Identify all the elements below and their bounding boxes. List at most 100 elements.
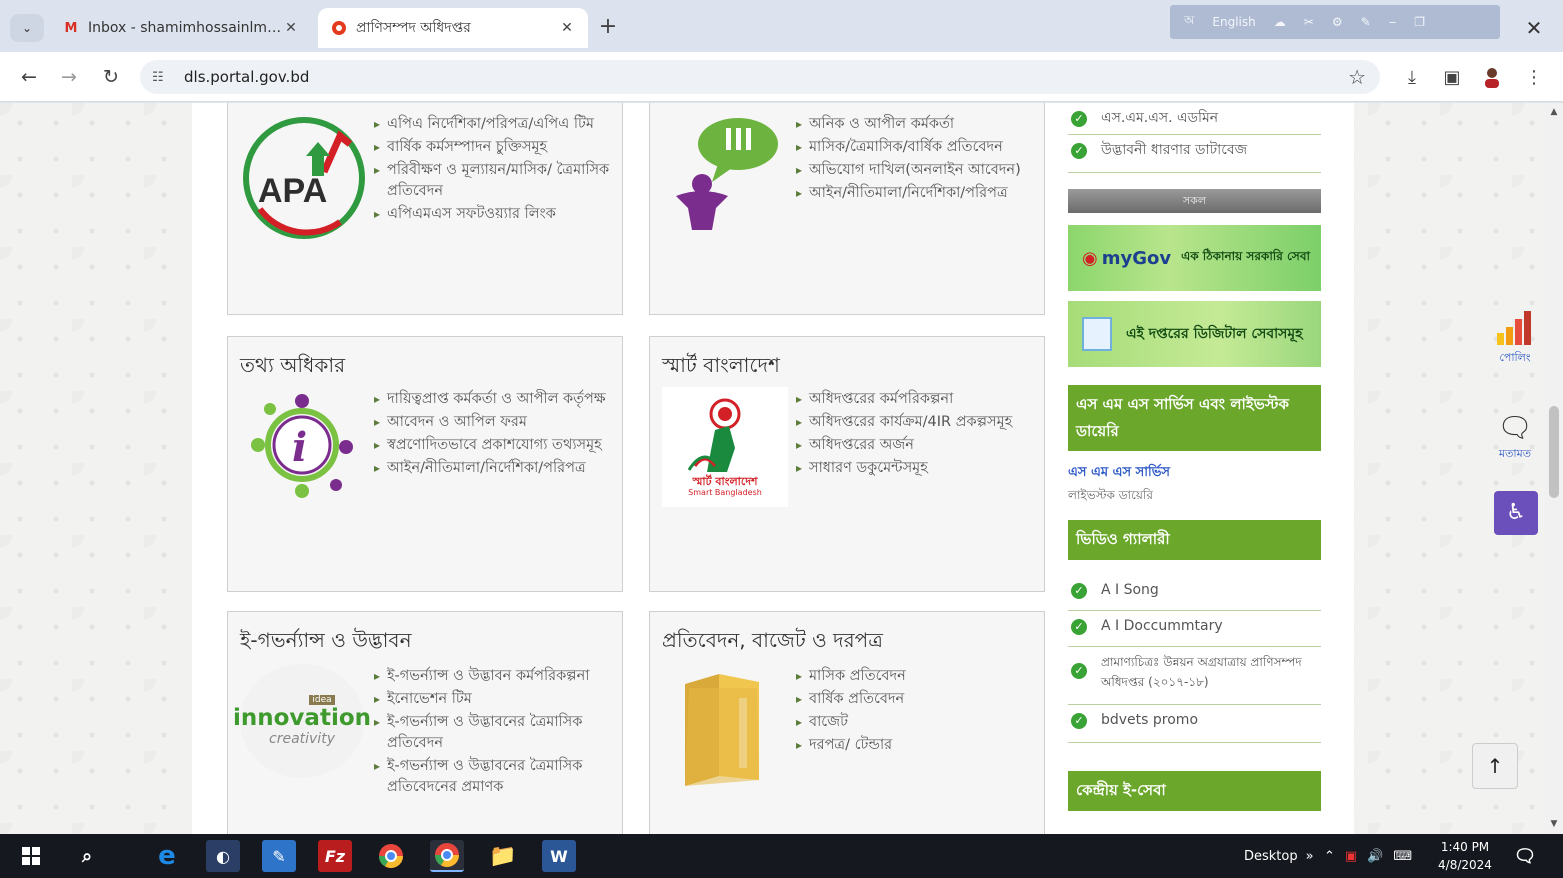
video-item[interactable]: ✓ A I Doccummtary bbox=[1068, 613, 1321, 647]
close-icon[interactable]: ✕ bbox=[558, 20, 576, 36]
pen-icon[interactable]: ✎ bbox=[1361, 15, 1371, 29]
profile-avatar[interactable] bbox=[1480, 66, 1504, 90]
download-icon[interactable]: ⤓ bbox=[1400, 66, 1424, 90]
card-link[interactable]: ই-গভর্ন্যান্স ও উদ্ভাবন কর্মপরিকল্পনা bbox=[374, 666, 616, 687]
card-link[interactable]: পরিবীক্ষণ ও মূল্যায়ন/মাসিক/ ত্রৈমাসিক প… bbox=[374, 160, 614, 202]
card-link[interactable]: সাধারণ ডকুমেন্টসমূহ bbox=[796, 458, 1036, 479]
video-item[interactable]: ✓ A I Song bbox=[1068, 577, 1321, 611]
menu-kebab-icon[interactable]: ⋮ bbox=[1522, 66, 1546, 90]
search-icon[interactable]: ⌕ bbox=[70, 840, 104, 872]
video-item-label[interactable]: bdvets promo bbox=[1101, 707, 1198, 730]
word-icon[interactable]: W bbox=[542, 840, 576, 872]
window-close-button[interactable]: ✕ bbox=[1520, 14, 1548, 42]
card-title[interactable]: প্রতিবেদন, বাজেট ও দরপত্র bbox=[662, 626, 883, 659]
chrome-icon[interactable] bbox=[374, 840, 408, 872]
close-icon[interactable]: ✕ bbox=[282, 20, 300, 36]
scrollbar-thumb[interactable] bbox=[1549, 406, 1559, 498]
tab-search-button[interactable]: ⌄ bbox=[10, 14, 44, 42]
forward-icon[interactable]: → bbox=[56, 64, 82, 90]
cloud-icon[interactable]: ☁ bbox=[1274, 15, 1286, 29]
reload-icon[interactable]: ↻ bbox=[98, 64, 124, 90]
card-link[interactable]: বার্ষিক কর্মসম্পাদন চুক্তিসমূহ bbox=[374, 137, 614, 158]
antivirus-icon[interactable]: ▣ bbox=[1345, 849, 1357, 864]
poll-widget[interactable]: পোলিং bbox=[1490, 309, 1540, 368]
volume-icon[interactable]: 🔊 bbox=[1367, 849, 1383, 864]
page-scrollbar[interactable]: ▲ ▼ bbox=[1545, 103, 1563, 834]
card-title[interactable]: তথ্য অধিকার bbox=[240, 351, 345, 384]
scroll-down-icon[interactable]: ▼ bbox=[1545, 819, 1563, 829]
desktop-label[interactable]: Desktop bbox=[1244, 849, 1298, 864]
feedback-label[interactable]: মতামত bbox=[1490, 445, 1540, 464]
card-link[interactable]: অধিদপ্তরের অর্জন bbox=[796, 435, 1036, 456]
video-item[interactable]: ✓ bdvets promo bbox=[1068, 707, 1321, 743]
card-link[interactable]: দরপত্র/ টেন্ডার bbox=[796, 735, 1036, 756]
video-item-label[interactable]: A I Song bbox=[1101, 577, 1159, 600]
chrome-active-icon[interactable] bbox=[430, 840, 464, 872]
accessibility-icon[interactable]: ♿ bbox=[1494, 491, 1538, 535]
language-icon[interactable]: অ bbox=[1184, 12, 1194, 32]
livestock-diary-link[interactable]: লাইভস্টক ডায়েরি bbox=[1068, 487, 1153, 507]
feedback-widget[interactable]: 🗨 মতামত bbox=[1490, 411, 1540, 464]
card-link[interactable]: দায়িত্বপ্রাপ্ত কর্মকর্তা ও আপীল কর্তৃপক… bbox=[374, 389, 614, 410]
clock[interactable]: 1:40 PM 4/8/2024 bbox=[1432, 838, 1498, 874]
language-label[interactable]: English bbox=[1212, 15, 1255, 29]
sidebar-link-innovation-db[interactable]: ✓ উদ্ভাবনী ধারণার ডাটাবেজ bbox=[1068, 137, 1321, 173]
card-title[interactable]: স্মার্ট বাংলাদেশ bbox=[662, 351, 780, 384]
minimize-icon[interactable]: ‒ bbox=[1389, 15, 1397, 29]
side-panel-icon[interactable]: ▣ bbox=[1440, 66, 1464, 90]
sidebar-link-sms-admin[interactable]: ✓ এস.এম.এস. এডমিন bbox=[1068, 105, 1321, 135]
bookmark-star-icon[interactable]: ☆ bbox=[1348, 65, 1366, 89]
chevron-right-icon[interactable]: » bbox=[1306, 849, 1314, 864]
notifications-icon[interactable]: 🗨 bbox=[1508, 840, 1542, 872]
card-link[interactable]: অধিদপ্তরের কার্যক্রম/4IR প্রকল্পসমূহ bbox=[796, 412, 1036, 433]
restore-icon[interactable]: ❐ bbox=[1414, 15, 1425, 29]
video-item-label[interactable]: প্রামাণ্যচিত্রঃ উন্নয়ন অগ্রযাত্রায় প্র… bbox=[1101, 649, 1321, 692]
filezilla-icon[interactable]: Fz bbox=[318, 840, 352, 872]
card-link[interactable]: অভিযোগ দাখিল(অনলাইন আবেদন) bbox=[796, 160, 1036, 181]
card-link[interactable]: অনিক ও আপীল কর্মকর্তা bbox=[796, 114, 1036, 135]
desktop-toolbar[interactable]: Desktop » bbox=[1244, 834, 1314, 878]
sms-service-link[interactable]: এস এম এস সার্ভিস bbox=[1068, 463, 1170, 484]
mygov-banner[interactable]: ◉ myGov এক ঠিকানায় সরকারি সেবা bbox=[1068, 225, 1321, 291]
scroll-up-icon[interactable]: ▲ bbox=[1545, 107, 1563, 117]
notes-app-icon[interactable]: ✎ bbox=[262, 840, 296, 872]
cut-icon[interactable]: ✂ bbox=[1304, 15, 1314, 29]
card-link[interactable]: মাসিক প্রতিবেদন bbox=[796, 666, 1036, 687]
media-app-icon[interactable]: ◐ bbox=[206, 840, 240, 872]
card-link[interactable]: ই-গভর্ন্যান্স ও উদ্ভাবনের ত্রৈমাসিক প্রত… bbox=[374, 712, 616, 754]
tab-dls-portal[interactable]: প্রাণিসম্পদ অধিদপ্তর ✕ bbox=[318, 8, 588, 48]
sidebar-link-label[interactable]: উদ্ভাবনী ধারণার ডাটাবেজ bbox=[1101, 137, 1247, 160]
card-link[interactable]: আবেদন ও আপিল ফরম bbox=[374, 412, 614, 433]
sidebar-link-label[interactable]: এস.এম.এস. এডমিন bbox=[1101, 105, 1218, 128]
digital-services-banner[interactable]: এই দপ্তরের ডিজিটাল সেবাসমূহ bbox=[1068, 301, 1321, 367]
scroll-to-top-button[interactable]: ↑ bbox=[1472, 743, 1518, 789]
card-link[interactable]: আইন/নীতিমালা/নির্দেশিকা/পরিপত্র bbox=[374, 458, 614, 479]
card-link[interactable]: এপিএ নির্দেশিকা/পরিপত্র/এপিএ টিম bbox=[374, 114, 614, 135]
card-link[interactable]: এপিএমএস সফটওয়্যার লিংক bbox=[374, 204, 614, 225]
card-link[interactable]: স্বপ্রণোদিতভাবে প্রকাশযোগ্য তথ্যসমূহ bbox=[374, 435, 614, 456]
new-tab-button[interactable]: + bbox=[596, 14, 620, 40]
windows-start-icon[interactable] bbox=[14, 840, 48, 872]
card-link[interactable]: বার্ষিক প্রতিবেদন bbox=[796, 689, 1036, 710]
gear-icon[interactable]: ⚙ bbox=[1332, 15, 1343, 29]
keyboard-icon[interactable]: ⌨ bbox=[1393, 849, 1412, 864]
internet-explorer-icon[interactable]: e bbox=[150, 840, 184, 872]
card-link[interactable]: ই-গভর্ন্যান্স ও উদ্ভাবনের ত্রৈমাসিক প্রত… bbox=[374, 756, 616, 798]
card-link[interactable]: আইন/নীতিমালা/নির্দেশিকা/পরিপত্র bbox=[796, 183, 1036, 204]
poll-label[interactable]: পোলিং bbox=[1490, 349, 1540, 368]
url-text[interactable]: dls.portal.gov.bd bbox=[184, 68, 309, 86]
card-title[interactable]: ই-গভর্ন্যান্স ও উদ্ভাবন bbox=[240, 626, 412, 659]
card-link[interactable]: অধিদপ্তরের কর্মপরিকল্পনা bbox=[796, 389, 1036, 410]
all-services-header[interactable]: সকল bbox=[1068, 189, 1321, 213]
back-icon[interactable]: ← bbox=[16, 64, 42, 90]
card-link[interactable]: বাজেট bbox=[796, 712, 1036, 733]
address-bar[interactable]: ☷ dls.portal.gov.bd ☆ bbox=[140, 60, 1380, 94]
tab-gmail[interactable]: M Inbox - shamimhossainlms@gr ✕ bbox=[50, 8, 312, 48]
video-item[interactable]: ✓ প্রামাণ্যচিত্রঃ উন্নয়ন অগ্রযাত্রায় প… bbox=[1068, 649, 1321, 705]
card-link[interactable]: ইনোভেশন টিম bbox=[374, 689, 616, 710]
card-link[interactable]: মাসিক/ত্রৈমাসিক/বার্ষিক প্রতিবেদন bbox=[796, 137, 1036, 158]
site-info-icon[interactable]: ☷ bbox=[152, 70, 174, 85]
chevron-up-icon[interactable]: ⌃ bbox=[1324, 849, 1335, 864]
video-item-label[interactable]: A I Doccummtary bbox=[1101, 613, 1223, 636]
file-explorer-icon[interactable]: 📁 bbox=[486, 840, 520, 872]
